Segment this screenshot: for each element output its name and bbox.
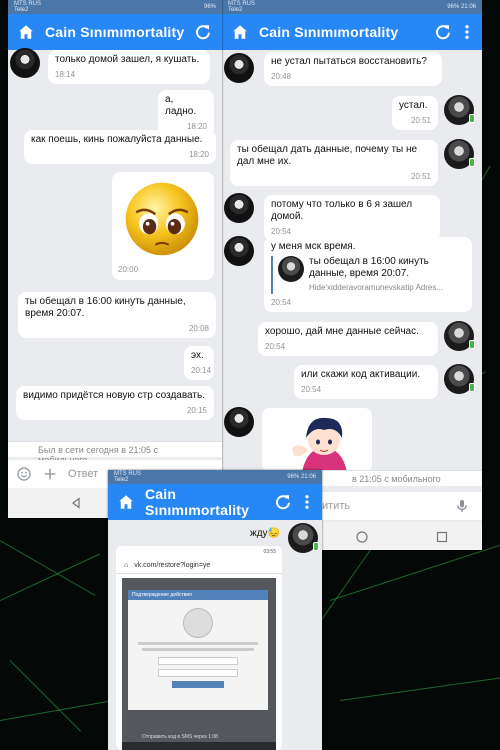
message-input[interactable]: итить — [322, 500, 454, 512]
message-bubble[interactable]: хорошо, дай мне данные сейчас. 20:54 — [258, 322, 438, 356]
home-icon[interactable] — [231, 23, 249, 41]
mini-note: Отправить код в SMS через 1:08 — [142, 734, 218, 740]
message-bubble[interactable]: потому что только в 6 я зашел домой. 20:5… — [264, 195, 440, 241]
mini-dialog: Подтверждение действия — [128, 590, 268, 710]
avatar — [278, 256, 304, 282]
message-bubble[interactable]: только домой зашел, я кушать. 18:14 — [48, 50, 210, 84]
chat-screenshot-2: MTS RUS Tele2 96% 21:06 Cain Sınımımorta… — [222, 0, 482, 550]
message-text[interactable]: жду😓 — [250, 528, 280, 539]
refresh-icon[interactable] — [194, 23, 212, 41]
chat-title: Cain Sınımımortality — [45, 24, 185, 40]
carrier-text: MTS RUS Tele2 — [114, 471, 141, 483]
avatar[interactable] — [224, 53, 254, 83]
chat-screenshot-1: MTS RUS Tele2 96% Cain Sınımımortality т… — [8, 0, 222, 518]
app-bar: Cain Sınımımortality — [108, 484, 322, 520]
more-menu-icon[interactable] — [462, 23, 472, 41]
message-bubble[interactable]: видимо придётся новую стр создавать. 20:1… — [16, 386, 214, 420]
mini-url-bar: ⌂ vk.com/restore?login=ye — [116, 558, 282, 574]
crying-face-sticker[interactable]: 20:00 — [112, 172, 214, 280]
refresh-icon[interactable] — [274, 493, 292, 511]
avatar[interactable] — [224, 193, 254, 223]
message-bubble[interactable]: как поешь, кинь пожалуйста данные. 18:20 — [24, 130, 216, 164]
home-icon[interactable] — [117, 493, 135, 511]
attached-screenshot[interactable]: 03:55 ⌂ vk.com/restore?login=ye Подтвержд… — [116, 546, 282, 750]
mini-status-bar: 03:55 — [263, 549, 276, 555]
crying-face-icon — [125, 182, 199, 256]
message-bubble[interactable]: или скажи код активации. 20:54 — [294, 365, 438, 399]
anime-boy-icon — [262, 408, 372, 472]
avatar[interactable] — [224, 407, 254, 437]
message-input[interactable]: Ответ — [68, 468, 98, 480]
chat-screenshot-3: MTS RUS Tele2 96% 21:06 Cain Sınımımorta… — [108, 470, 322, 750]
status-bar: MTS RUS Tele2 96% 21:06 — [108, 470, 322, 484]
message-bubble[interactable]: не устал пытаться восстановить? 20:48 — [264, 52, 442, 86]
message-list: не устал пытаться восстановить? 20:48 уст… — [222, 50, 482, 520]
message-bubble[interactable]: ты обещал в 16:00 кинуть данные, время 2… — [18, 292, 216, 338]
microphone-icon[interactable] — [454, 498, 470, 514]
chat-title: Cain Sınımımortality — [145, 486, 250, 518]
battery-text: 96% — [203, 4, 216, 10]
message-list: жду😓 03:55 ⌂ vk.com/restore?login=ye Подт… — [108, 520, 322, 750]
recents-nav-icon[interactable] — [436, 531, 448, 543]
avatar[interactable] — [444, 139, 475, 169]
battery-text: 96% 21:06 — [447, 4, 476, 10]
app-bar: Cain Sınımımortality — [8, 14, 222, 50]
message-bubble[interactable]: устал. 20:51 — [392, 96, 438, 130]
last-seen-bar: Был в сети сегодня в 21:05 с мобильного — [8, 441, 222, 465]
carrier-text: MTS RUS Tele2 — [228, 1, 255, 13]
back-nav-icon[interactable] — [70, 497, 82, 509]
avatar[interactable] — [444, 321, 475, 351]
emoji-icon[interactable] — [16, 466, 32, 482]
chat-title: Cain Sınımımortality — [259, 24, 399, 40]
refresh-icon[interactable] — [434, 23, 452, 41]
avatar[interactable] — [10, 48, 40, 78]
home-icon[interactable] — [17, 23, 35, 41]
avatar[interactable] — [224, 236, 254, 266]
mini-page: Подтверждение действия Отправить код в S… — [122, 578, 276, 750]
quoted-message[interactable]: ты обещал в 16:00 кинуть данные, время 2… — [271, 256, 465, 294]
carrier-text: MTS RUS Tele2 — [14, 1, 41, 13]
app-bar: Cain Sınımımortality — [222, 14, 482, 50]
status-bar: MTS RUS Tele2 96% 21:06 — [222, 0, 482, 14]
battery-text: 96% 21:06 — [287, 474, 316, 480]
avatar[interactable] — [444, 95, 475, 125]
message-bubble[interactable]: эх. 20:14 — [184, 346, 214, 380]
avatar[interactable] — [444, 364, 475, 394]
message-list: только домой зашел, я кушать. 18:14 а, ла… — [8, 48, 222, 440]
avatar[interactable] — [288, 523, 319, 553]
status-bar: MTS RUS Tele2 96% — [8, 0, 222, 14]
anime-boy-sticker[interactable] — [262, 408, 372, 472]
message-bubble[interactable]: ты обещал дать данные, почему ты не дал … — [230, 140, 438, 186]
attach-plus-icon[interactable] — [42, 466, 58, 482]
more-menu-icon[interactable] — [302, 493, 312, 511]
home-nav-icon[interactable] — [356, 531, 368, 543]
message-bubble[interactable]: у меня мск время. ты обещал в 16:00 кину… — [264, 237, 472, 312]
